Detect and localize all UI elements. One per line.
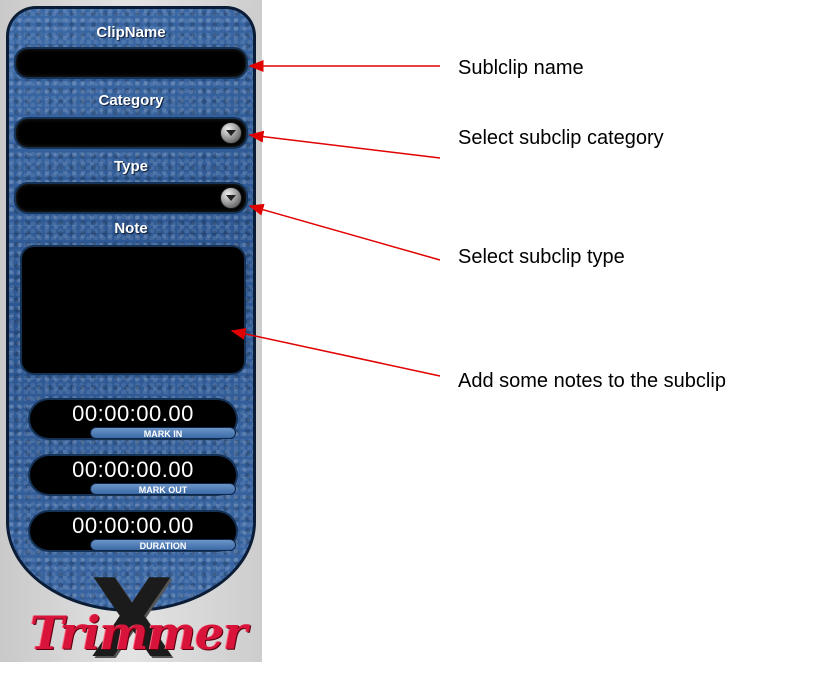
arrow-category bbox=[248, 130, 441, 159]
annotation-category: Select subclip category bbox=[458, 127, 664, 149]
arrow-type bbox=[248, 203, 441, 261]
annotation-clipname: Sublclip name bbox=[458, 57, 584, 79]
annotation-note: Add some notes to the subclip bbox=[458, 370, 726, 392]
arrow-note bbox=[230, 327, 441, 377]
annotation-type: Select subclip type bbox=[458, 246, 625, 268]
annotation-arrows bbox=[230, 60, 441, 377]
